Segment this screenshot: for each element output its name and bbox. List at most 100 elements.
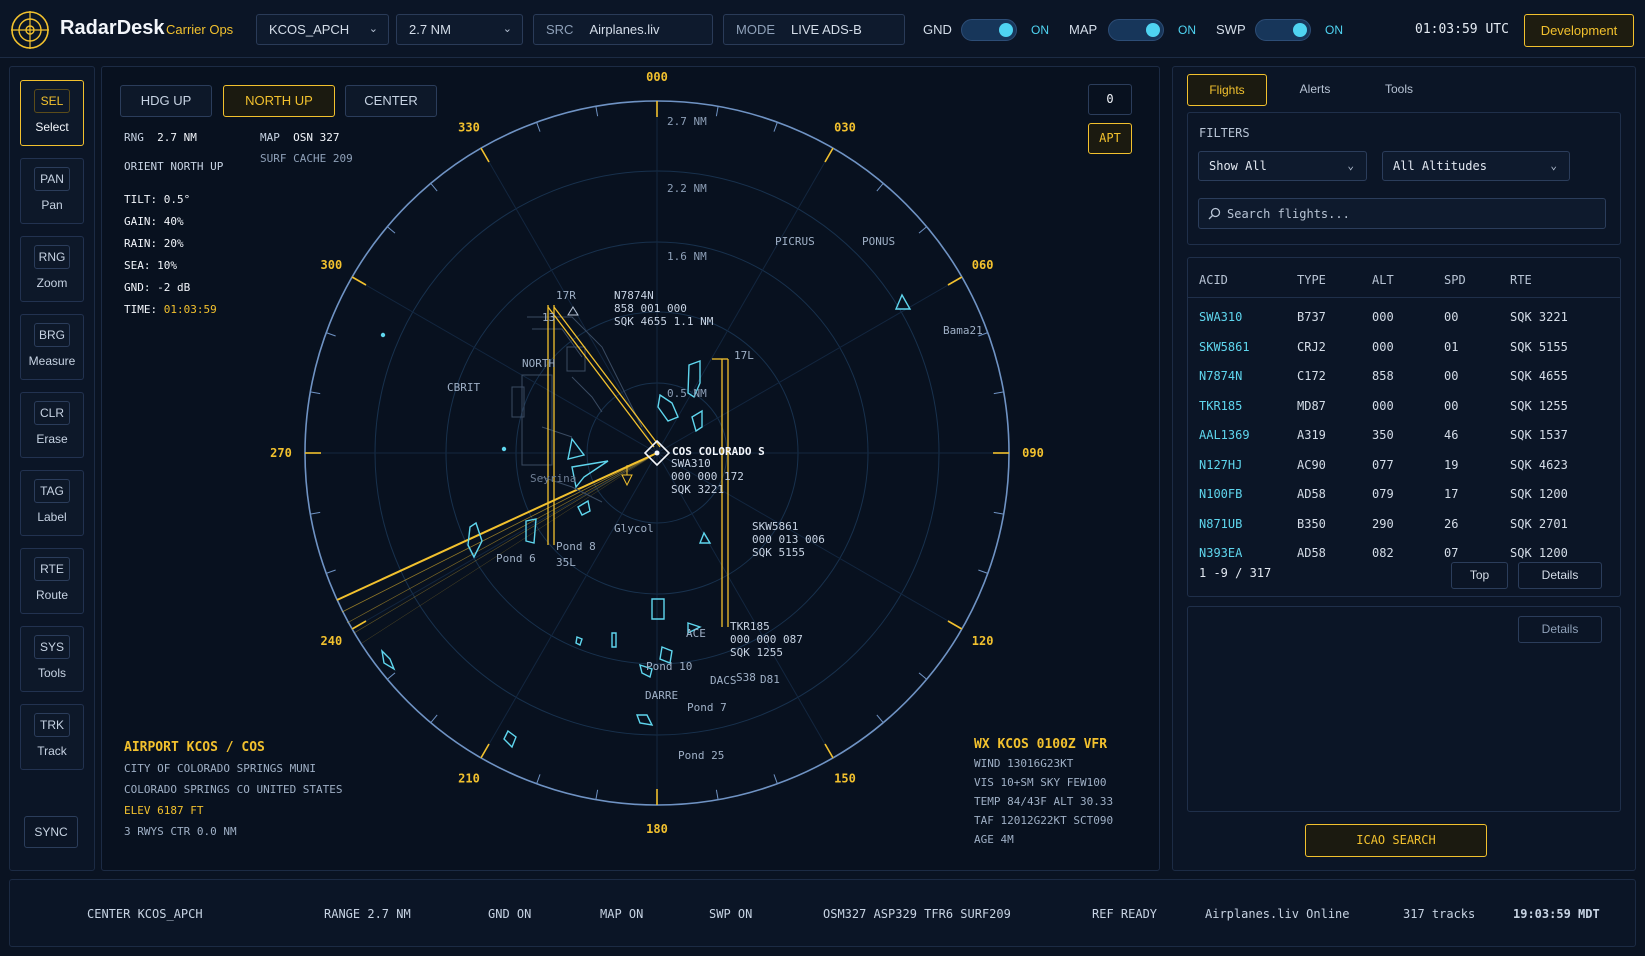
wx-title: WX KCOS 0100Z VFR [974, 737, 1108, 752]
track-line3: SQK 5155 [752, 546, 805, 559]
sync-button[interactable]: SYNC [24, 816, 78, 848]
status-local-time: 19:03:59 MDT [1513, 907, 1600, 921]
gnd-toggle[interactable] [961, 19, 1017, 41]
north-up-button[interactable]: NORTH UP [223, 85, 335, 117]
column-header-spd[interactable]: SPD [1444, 273, 1466, 287]
tool-erase[interactable]: CLR Erase [20, 392, 84, 458]
tool-name: Route [35, 588, 69, 602]
source-label: SRC [546, 22, 574, 37]
track-datablock[interactable]: SWA310 000 000 172 SQK 3221 [671, 457, 744, 496]
range-value: 2.7 NM [409, 22, 451, 37]
zero-button[interactable]: 0 [1088, 84, 1132, 115]
rng-readout: RNG 2.7 NM [124, 131, 197, 144]
altitude-filter-select[interactable]: All Altitudes ⌄ [1382, 151, 1570, 181]
tab-tools[interactable]: Tools [1359, 74, 1439, 106]
toggle-knob [1146, 23, 1160, 37]
tab-flights[interactable]: Flights [1187, 74, 1267, 106]
cell-acid: N393EA [1199, 546, 1243, 560]
filters-section: FILTERS Show All ⌄ All Altitudes ⌄ [1187, 112, 1621, 245]
table-row[interactable]: N7874N C172 858 00 SQK 4655 [1188, 361, 1620, 390]
cell-spd: 00 [1444, 310, 1459, 324]
table-row[interactable]: AAL1369 A319 350 46 SQK 1537 [1188, 420, 1620, 449]
tool-label[interactable]: TAG Label [20, 470, 84, 536]
column-header-rte[interactable]: RTE [1510, 273, 1532, 287]
tool-pan[interactable]: PAN Pan [20, 158, 84, 224]
range-select[interactable]: 2.7 NM ⌄ [396, 14, 523, 45]
map-label: Bama21 [943, 324, 983, 337]
center-button[interactable]: CENTER [345, 85, 437, 117]
show-filter-select[interactable]: Show All ⌄ [1198, 151, 1367, 181]
bearing-tick [595, 106, 599, 117]
track-datablock[interactable]: N7874N 858 001 000 SQK 4655 1.1 NM [614, 289, 713, 328]
runway-label: 13 [542, 311, 556, 324]
map-toggle-label: MAP [1069, 22, 1098, 37]
hdg-up-button[interactable]: HDG UP [120, 85, 212, 117]
tool-track[interactable]: TRK Track [20, 704, 84, 770]
gnd-toggle-state: ON [1031, 23, 1049, 37]
facility-value: KCOS_APCH [269, 22, 350, 37]
facility-select[interactable]: KCOS_APCH ⌄ [256, 14, 389, 45]
top-button[interactable]: Top [1451, 562, 1508, 589]
icao-search-button[interactable]: ICAO SEARCH [1305, 824, 1487, 857]
table-row[interactable]: SWA310 B737 000 00 SQK 3221 [1188, 302, 1620, 331]
track-datablock[interactable]: SKW5861 000 013 006 SQK 5155 [752, 520, 825, 559]
bearing-tick [430, 183, 438, 192]
track-symbol[interactable] [621, 474, 633, 487]
column-header-type[interactable]: TYPE [1297, 273, 1326, 287]
tool-measure[interactable]: BRG Measure [20, 314, 84, 380]
tool-code: RNG [34, 245, 70, 269]
cell-type: B737 [1297, 310, 1326, 324]
mode-label: MODE [736, 22, 775, 37]
bearing-label: 180 [646, 822, 668, 836]
details-button[interactable]: Details [1518, 562, 1602, 589]
tool-code: BRG [34, 323, 70, 347]
apt-button[interactable]: APT [1088, 123, 1132, 154]
wx-taf: TAF 12012G22KT SCT090 [974, 814, 1114, 827]
bearing-label: 270 [270, 446, 292, 460]
tool-select[interactable]: SEL Select [20, 80, 84, 146]
map-toggle-state: ON [1178, 23, 1196, 37]
tool-route[interactable]: RTE Route [20, 548, 84, 614]
tool-tools[interactable]: SYS Tools [20, 626, 84, 692]
source-field[interactable]: SRC Airplanes.liv [533, 14, 713, 45]
status-map: MAP ON [600, 907, 644, 921]
bearing-tick [351, 620, 367, 630]
status-ref: REF READY [1092, 907, 1158, 921]
table-row[interactable]: N127HJ AC90 077 19 SQK 4623 [1188, 450, 1620, 479]
bearing-tick [993, 511, 1004, 515]
table-row[interactable]: N100FB AD58 079 17 SQK 1200 [1188, 479, 1620, 508]
flight-search[interactable] [1198, 198, 1606, 229]
map-toggle[interactable] [1108, 19, 1164, 41]
cell-alt: 000 [1372, 310, 1394, 324]
cell-acid: N7874N [1199, 369, 1243, 383]
sea-readout: SEA: 10% [124, 259, 177, 272]
swp-toggle[interactable] [1255, 19, 1311, 41]
cell-acid: SKW5861 [1199, 339, 1250, 354]
tool-zoom[interactable]: RNG Zoom [20, 236, 84, 302]
track-datablock[interactable]: TKR185 000 000 087 SQK 1255 [730, 620, 803, 659]
swp-toggle-label: SWP [1216, 22, 1246, 37]
column-header-acid[interactable]: ACID [1199, 273, 1228, 287]
tab-alerts[interactable]: Alerts [1275, 74, 1355, 106]
column-header-alt[interactable]: ALT [1372, 273, 1394, 287]
bearing-tick [918, 672, 927, 680]
cell-rte: SQK 3221 [1510, 310, 1568, 324]
map-label: PICRUS [775, 235, 815, 248]
environment-button[interactable]: Development [1524, 14, 1634, 47]
runway-label: 17R [556, 289, 576, 302]
cell-acid: TKR185 [1199, 398, 1243, 413]
tool-code: CLR [34, 401, 70, 425]
table-row[interactable]: SKW5861 CRJ2 000 01 SQK 5155 [1188, 332, 1620, 361]
tool-code: PAN [34, 167, 70, 191]
detail-panel-details-button[interactable]: Details [1518, 616, 1602, 643]
table-row[interactable]: N871UB B350 290 26 SQK 2701 [1188, 509, 1620, 538]
mode-field[interactable]: MODE LIVE ADS-B [723, 14, 905, 45]
bearing-label: 240 [321, 634, 343, 648]
search-input[interactable] [1227, 199, 1597, 228]
mode-value: LIVE ADS-B [791, 22, 862, 37]
cell-alt: 290 [1372, 516, 1394, 531]
cell-rte: SQK 1255 [1510, 398, 1568, 413]
tilt-readout: TILT: 0.5° [124, 193, 191, 206]
table-row[interactable]: TKR185 MD87 000 00 SQK 1255 [1188, 391, 1620, 420]
track-acid: N7874N [614, 289, 654, 302]
